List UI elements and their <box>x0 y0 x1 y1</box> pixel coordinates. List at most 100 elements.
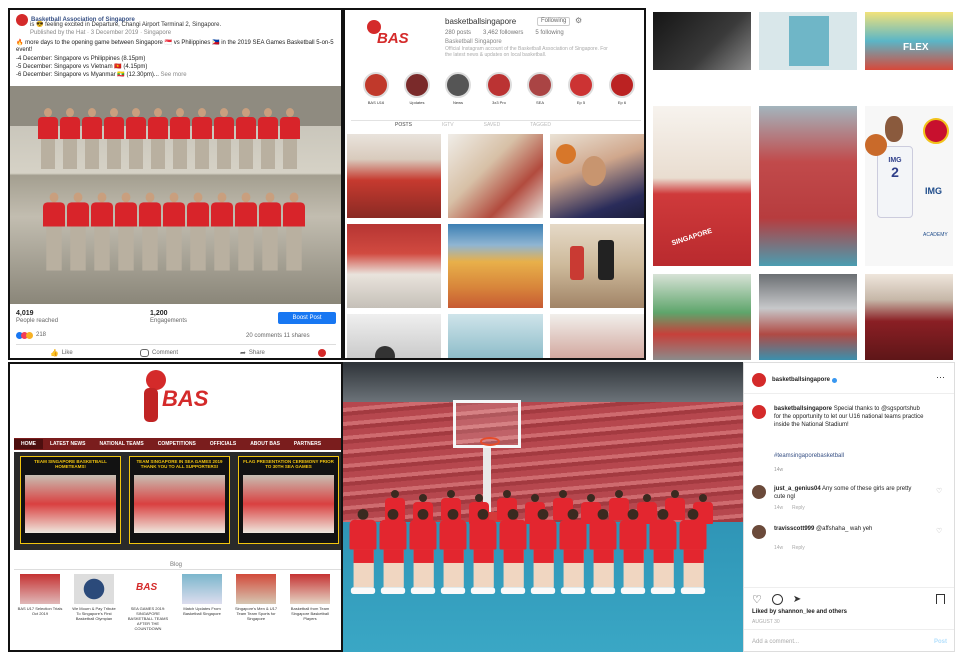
grid-post-6[interactable]: IMG 2 IMG ACADEMY <box>865 106 953 266</box>
comment-reply-button[interactable]: Reply <box>792 545 805 552</box>
comment-username[interactable]: just_a_genius04 <box>774 486 821 492</box>
post-thumb-2[interactable] <box>448 134 543 218</box>
team-member <box>258 108 278 169</box>
page-avatar[interactable] <box>16 14 28 26</box>
post-thumb-9[interactable] <box>550 314 644 358</box>
grid-post-1[interactable] <box>653 12 751 70</box>
story-highlight[interactable]: SEA <box>523 72 557 106</box>
reactions-count[interactable]: 218 <box>36 332 46 339</box>
boost-post-button[interactable]: Boost Post <box>278 312 336 324</box>
blog-thumb-caption: Match Updates From Basketball Singapore <box>183 606 221 616</box>
grid-post-3[interactable]: FLEX <box>865 12 953 70</box>
team-member <box>236 108 256 169</box>
grid-post-7[interactable] <box>653 274 751 360</box>
post-avatar[interactable] <box>752 373 766 387</box>
blog-thumb[interactable]: We Mourn & Pay Tribute To Singapore's Fi… <box>70 574 118 648</box>
tab-igtv[interactable]: IGTV <box>442 122 454 129</box>
comments-shares[interactable]: 20 comments 11 shares <box>246 333 310 340</box>
basketball-icon <box>556 144 576 164</box>
see-more-link[interactable]: See more <box>161 72 187 78</box>
following-button[interactable]: Following <box>537 17 571 26</box>
nav-item[interactable]: HOME <box>14 439 43 449</box>
grid-post-4[interactable]: SINGAPORE <box>653 106 751 266</box>
instagram-grid-panel: FLEX SINGAPORE IMG 2 IMG ACADEMY <box>651 8 955 360</box>
blog-thumb-caption: SEA GAMES 2019: SINGAPORE BASKETBALL TEA… <box>127 606 169 631</box>
stadium-photo-panel[interactable] <box>343 362 743 652</box>
post-text-line3: 🔥 more days to the opening game between … <box>16 40 334 53</box>
comment-avatar[interactable] <box>752 485 766 499</box>
like-button[interactable]: Like <box>62 350 73 357</box>
blog-thumb[interactable]: Basketball from Team Singapore Basketbal… <box>286 574 334 648</box>
stat-posts[interactable]: 280 posts <box>445 30 471 37</box>
caption-avatar[interactable] <box>752 405 766 419</box>
story-highlight[interactable]: BAS U16 <box>359 72 393 106</box>
comment-avatar[interactable] <box>752 525 766 539</box>
stat-followers[interactable]: 3,462 followers <box>483 30 523 37</box>
post-thumb-3[interactable] <box>550 134 644 218</box>
caption-hashtag[interactable]: #teamsingaporebasketball <box>774 453 844 460</box>
profile-logo-text: BAS <box>377 30 409 47</box>
blog-thumb[interactable]: Singapore's Men & U17 Team Team Sports f… <box>232 574 280 648</box>
post-thumb-5[interactable] <box>448 224 543 308</box>
news-card[interactable]: TEAM SINGAPORE BASKETBALL HOMETEAMS! <box>20 456 121 544</box>
story-highlight[interactable]: Updates <box>400 72 434 106</box>
likes-text[interactable]: Liked by shannon_lee and others <box>752 609 847 616</box>
news-card[interactable]: FLAG PRESENTATION CEREMONY PRIOR TO 30TH… <box>238 456 339 544</box>
news-headline: TEAM SINGAPORE IN SEA GAMES 2019 THANK Y… <box>136 459 223 469</box>
blog-thumb[interactable]: BAS SEA GAMES 2019: SINGAPORE BASKETBALL … <box>124 574 172 648</box>
post-more-button[interactable]: ··· <box>936 373 945 382</box>
post-thumb-7[interactable] <box>347 314 441 358</box>
bio-text: Official Instagram account of the Basket… <box>445 46 608 58</box>
comment-username[interactable]: travisscott999 <box>774 526 814 532</box>
page-switch-avatar[interactable] <box>318 349 326 357</box>
comment-like-heart-icon[interactable]: ♡ <box>936 487 942 495</box>
nav-item[interactable]: OFFICIALS <box>203 439 243 449</box>
blog-thumb[interactable]: Match Updates From Basketball Singapore <box>178 574 226 648</box>
bookmark-icon[interactable] <box>936 594 945 604</box>
heart-icon[interactable]: ♡ <box>752 593 762 606</box>
post-comment-button[interactable]: Post <box>934 639 947 646</box>
news-card[interactable]: TEAM SINGAPORE IN SEA GAMES 2019 THANK Y… <box>129 456 230 544</box>
post-username[interactable]: basketballsingapore <box>772 377 830 384</box>
settings-gear-icon[interactable]: ⚙ <box>575 16 582 25</box>
facebook-post-panel: Basketball Association of Singapore is 😎… <box>8 8 343 360</box>
tab-posts[interactable]: POSTS <box>395 122 412 129</box>
team-member <box>283 192 305 271</box>
comment-button[interactable]: Comment <box>152 350 178 357</box>
comment-bubble-icon[interactable] <box>771 594 783 605</box>
post-thumb-1[interactable] <box>347 134 441 218</box>
blog-thumb[interactable]: BAS U17 Selection Trials Oct 2019 <box>16 574 64 648</box>
send-icon[interactable]: ➤ <box>793 594 801 605</box>
post-thumb-6[interactable] <box>550 224 644 308</box>
story-highlight[interactable]: 3x3 Pro <box>482 72 516 106</box>
nav-item[interactable]: COMPETITIONS <box>151 439 203 449</box>
team-member <box>211 192 233 271</box>
nav-item[interactable]: LATEST NEWS <box>43 439 92 449</box>
post-thumb-8[interactable] <box>448 314 543 358</box>
blog-thumb-image <box>236 574 276 604</box>
share-button[interactable]: Share <box>249 350 265 357</box>
nav-item[interactable]: NATIONAL TEAMS <box>92 439 150 449</box>
caption-username[interactable]: basketballsingapore <box>774 406 832 412</box>
comment-reply-button[interactable]: Reply <box>792 505 805 512</box>
stat-following[interactable]: 5 following <box>535 30 563 37</box>
grid-post-5[interactable] <box>759 106 857 266</box>
highlight-label: 3x3 Pro <box>492 100 506 105</box>
tab-saved[interactable]: SAVED <box>484 122 501 129</box>
story-highlight[interactable]: Ep 6 <box>605 72 639 106</box>
story-highlight[interactable]: Ep 5 <box>564 72 598 106</box>
team-photo[interactable] <box>10 86 341 304</box>
post-thumb-4[interactable] <box>347 224 441 308</box>
add-comment-input[interactable]: Add a comment... <box>752 639 799 646</box>
nav-item[interactable]: PARTNERS <box>287 439 328 449</box>
blog-thumb-caption: We Mourn & Pay Tribute To Singapore's Fi… <box>72 606 116 621</box>
site-logo[interactable]: BAS <box>140 368 220 428</box>
grid-post-8[interactable] <box>759 274 857 360</box>
grid-post-2[interactable] <box>759 12 857 70</box>
grid-post-9[interactable] <box>865 274 953 360</box>
tab-tagged[interactable]: TAGGED <box>530 122 551 129</box>
story-highlight[interactable]: News <box>441 72 475 106</box>
comment-like-heart-icon[interactable]: ♡ <box>936 527 942 535</box>
profile-logo[interactable]: BAS <box>367 18 417 52</box>
nav-item[interactable]: ABOUT BAS <box>243 439 287 449</box>
